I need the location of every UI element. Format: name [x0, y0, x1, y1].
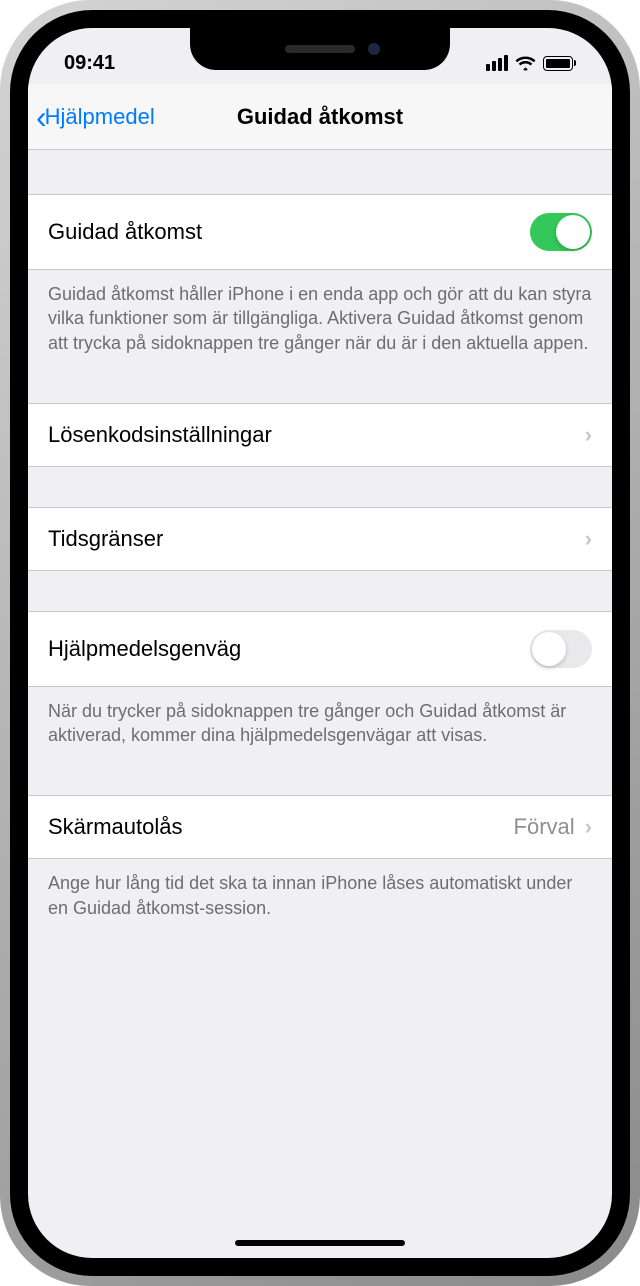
- content-area: Guidad åtkomst Guidad åtkomst håller iPh…: [28, 150, 612, 928]
- guided-access-toggle[interactable]: [530, 213, 592, 251]
- chevron-right-icon: ›: [585, 814, 592, 840]
- chevron-right-icon: ›: [585, 422, 592, 448]
- passcode-settings-row[interactable]: Lösenkodsinställningar ›: [28, 403, 612, 467]
- guided-access-label: Guidad åtkomst: [48, 219, 202, 245]
- wifi-icon: [515, 56, 536, 71]
- accessibility-shortcut-label: Hjälpmedelsgenväg: [48, 636, 241, 662]
- battery-icon: [543, 56, 576, 71]
- accessibility-shortcut-row: Hjälpmedelsgenväg: [28, 611, 612, 687]
- auto-lock-label: Skärmautolås: [48, 814, 183, 840]
- home-indicator[interactable]: [235, 1240, 405, 1246]
- time-limits-row[interactable]: Tidsgränser ›: [28, 507, 612, 571]
- status-time: 09:41: [64, 52, 115, 75]
- auto-lock-footer: Ange hur lång tid det ska ta innan iPhon…: [28, 859, 612, 928]
- notch: [190, 28, 450, 70]
- auto-lock-row[interactable]: Skärmautolås Förval ›: [28, 795, 612, 859]
- auto-lock-value: Förval: [514, 814, 575, 840]
- accessibility-shortcut-toggle[interactable]: [530, 630, 592, 668]
- passcode-settings-label: Lösenkodsinställningar: [48, 422, 272, 448]
- time-limits-label: Tidsgränser: [48, 526, 163, 552]
- device-frame: 09:41: [0, 0, 640, 1286]
- navigation-bar: ‹ Hjälpmedel Guidad åtkomst: [28, 84, 612, 150]
- accessibility-shortcut-footer: När du trycker på sidoknappen tre gånger…: [28, 687, 612, 756]
- cellular-signal-icon: [486, 55, 508, 71]
- screen: 09:41: [28, 28, 612, 1258]
- guided-access-footer: Guidad åtkomst håller iPhone i en enda a…: [28, 270, 612, 363]
- back-label: Hjälpmedel: [45, 104, 155, 130]
- chevron-right-icon: ›: [585, 526, 592, 552]
- back-button[interactable]: ‹ Hjälpmedel: [36, 101, 155, 133]
- guided-access-row: Guidad åtkomst: [28, 194, 612, 270]
